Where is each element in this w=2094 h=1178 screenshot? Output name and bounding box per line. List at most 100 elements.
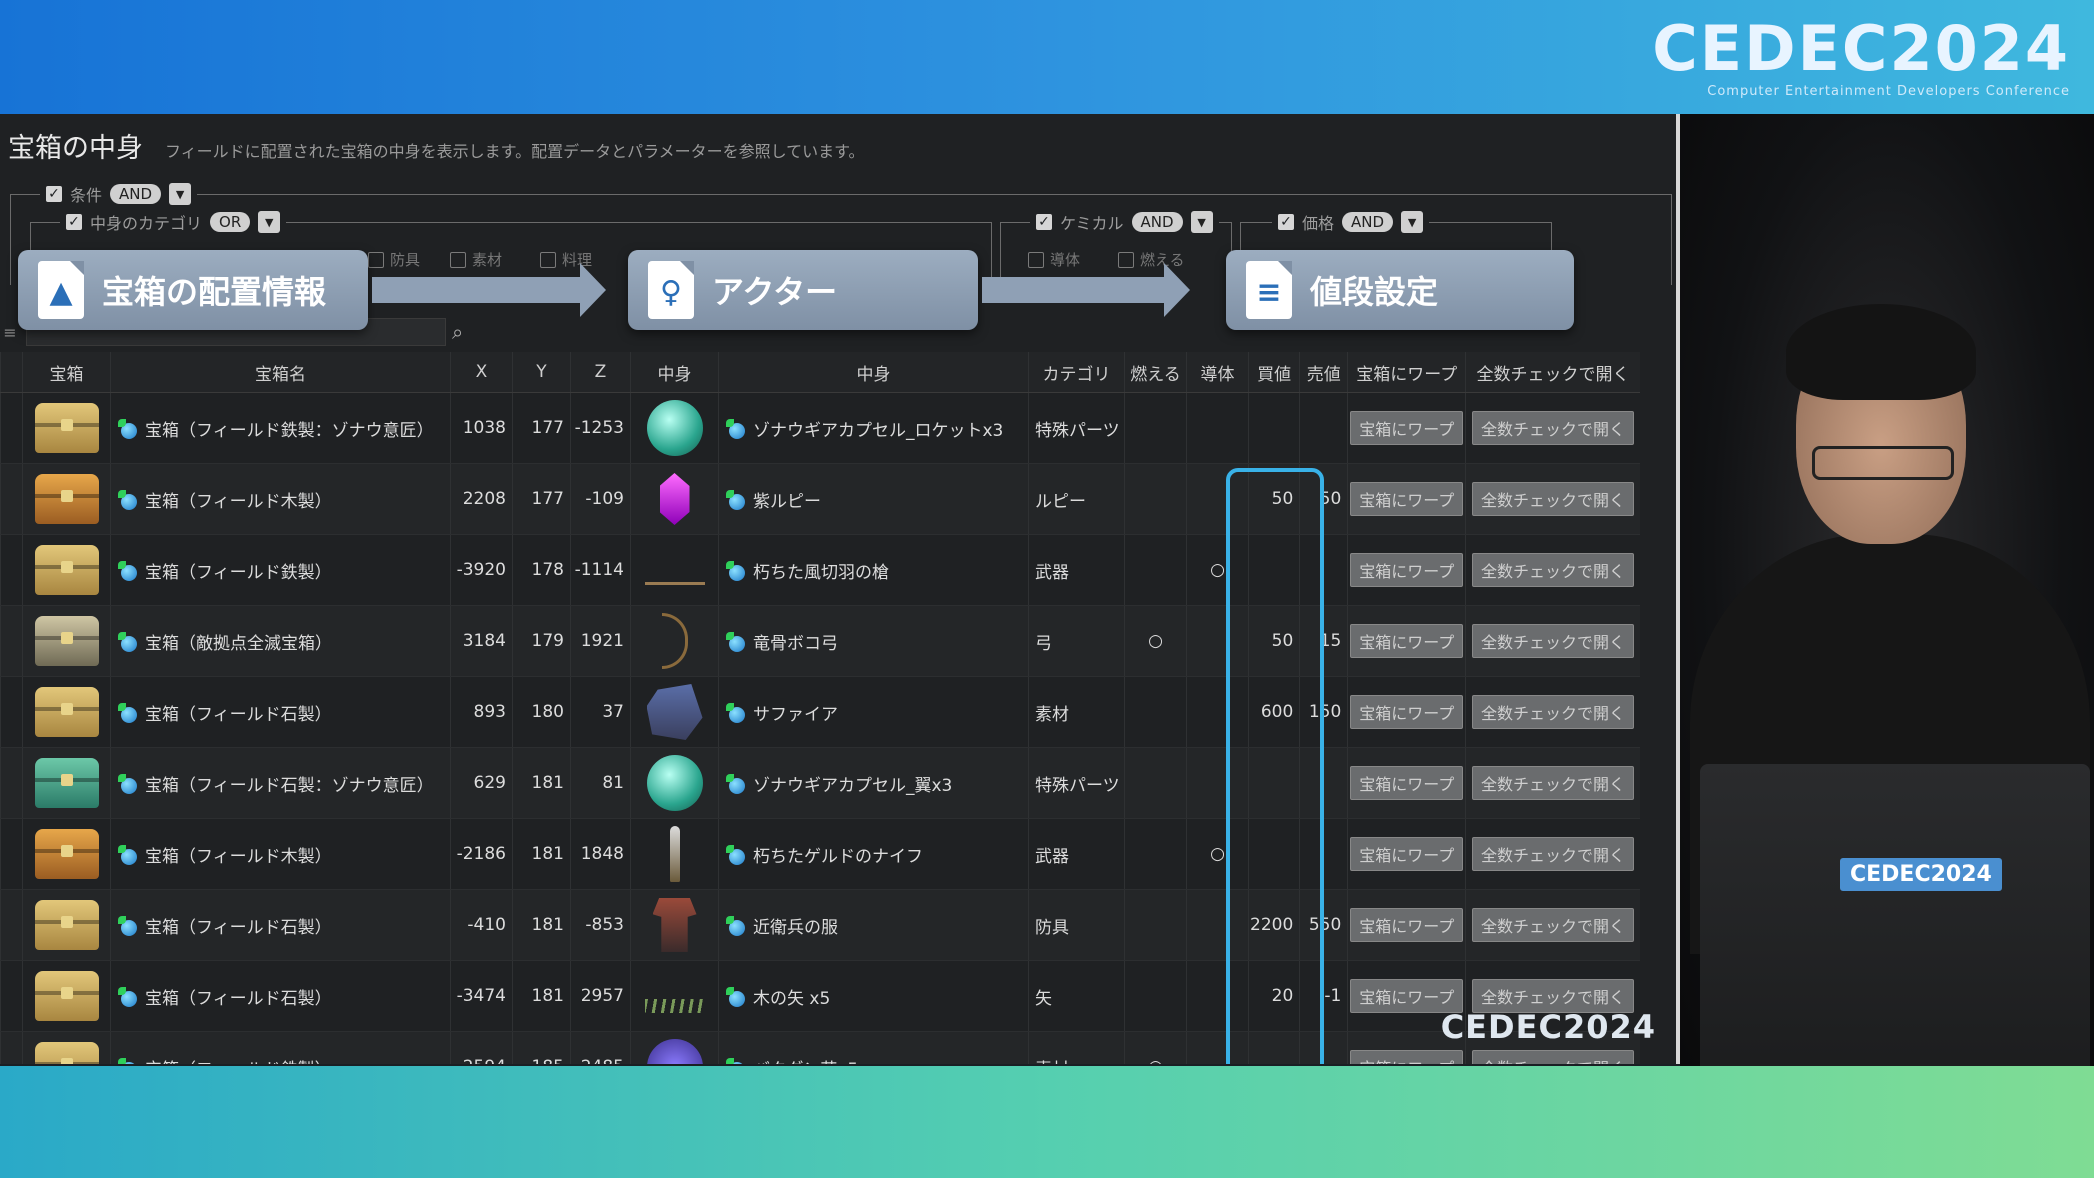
globe-icon: [118, 773, 137, 794]
header-z[interactable]: Z: [570, 352, 631, 393]
header-burns[interactable]: 燃える: [1124, 352, 1187, 393]
globe-icon: [726, 773, 745, 794]
open-all-button[interactable]: 全数チェックで開く: [1472, 908, 1635, 942]
open-all-button[interactable]: 全数チェックで開く: [1472, 624, 1635, 658]
header-x[interactable]: X: [450, 352, 513, 393]
content-cell: サファイア: [718, 676, 1029, 748]
table-row[interactable]: 宝箱（敵拠点全滅宝箱） 3184 179 1921 竜骨ボコ弓 弓 ○ 50 15 宝箱にワープ全…: [0, 605, 1640, 677]
price-mode[interactable]: AND: [1342, 212, 1394, 232]
chemical-checkbox[interactable]: ✓: [1036, 214, 1052, 230]
content-name: 竜骨ボコ弓: [753, 633, 838, 654]
chest-icon: [34, 900, 99, 950]
option-material[interactable]: 素材: [450, 249, 502, 270]
header-content-icon[interactable]: 中身: [630, 352, 719, 393]
header-category[interactable]: カテゴリ: [1028, 352, 1125, 393]
globe-icon: [726, 489, 745, 510]
header-content[interactable]: 中身: [718, 352, 1029, 393]
filter-chemical: ✓ ケミカル AND ▼: [1030, 210, 1219, 234]
table-row[interactable]: 宝箱（フィールド木製） 2208 177 -109 紫ルピー ルピー 50 50 宝箱にワープ全…: [0, 463, 1640, 535]
category-mode[interactable]: OR: [210, 212, 251, 232]
header-open-all[interactable]: 全数チェックで開く: [1465, 352, 1640, 393]
category-checkbox[interactable]: ✓: [66, 214, 82, 230]
table-row[interactable]: 宝箱（フィールド石製） -3474 181 2957 木の矢 x5 矢 20 -1 宝箱にワープ…: [0, 960, 1640, 1032]
z-cell: 81: [570, 747, 631, 819]
content-thumb-cell: [630, 463, 719, 535]
table-row[interactable]: 宝箱（フィールド鉄製：ゾナウ意匠） 1038 177 -1253 ゾナウギアカプセル_ロ…: [0, 392, 1640, 464]
option-conductor[interactable]: 導体: [1028, 249, 1080, 270]
condition-mode[interactable]: AND: [110, 184, 162, 204]
condition-dropdown[interactable]: ▼: [169, 183, 192, 205]
chemical-mode[interactable]: AND: [1131, 212, 1183, 232]
table-row[interactable]: 宝箱（フィールド石製） 893 180 37 サファイア 素材 600 150 宝箱にワープ 全数…: [0, 676, 1640, 748]
open-all-button[interactable]: 全数チェックで開く: [1472, 766, 1635, 800]
table-row[interactable]: 宝箱（フィールド鉄製） -25941852485 バクダン花x5 素材 ○ 宝箱にワープ全…: [0, 1031, 1640, 1065]
buy-cell: [1247, 747, 1300, 819]
row-gutter: [0, 534, 23, 606]
warp-button[interactable]: 宝箱にワープ: [1350, 624, 1464, 658]
header-chest[interactable]: 宝箱: [22, 352, 111, 393]
chest-cell: [22, 960, 111, 1032]
header-y[interactable]: Y: [512, 352, 571, 393]
category-cell: 特殊パーツ: [1028, 747, 1125, 819]
y-cell: 180: [512, 676, 571, 748]
open-all-button[interactable]: 全数チェックで開く: [1472, 553, 1635, 587]
burns-checkbox[interactable]: [1118, 251, 1134, 268]
sell-cell: 550: [1299, 889, 1348, 961]
content-name: 木の矢 x5: [753, 988, 831, 1009]
warp-button[interactable]: 宝箱にワープ: [1350, 908, 1464, 942]
burns-cell: [1124, 818, 1187, 890]
z-cell: -1114: [570, 534, 631, 606]
z-cell: 37: [570, 676, 631, 748]
conductor-checkbox[interactable]: [1028, 251, 1044, 268]
content-name: バクダン花x5: [753, 1060, 858, 1065]
table-row[interactable]: 宝箱（フィールド鉄製） -3920 178 -1114 朽ちた風切羽の槍 武器 ○ 宝箱にワー…: [0, 534, 1640, 606]
warp-button[interactable]: 宝箱にワープ: [1350, 766, 1464, 800]
price-dropdown[interactable]: ▼: [1401, 211, 1424, 233]
chemical-dropdown[interactable]: ▼: [1190, 211, 1213, 233]
price-checkbox[interactable]: ✓: [1278, 214, 1294, 230]
menu-icon[interactable]: ≡: [0, 323, 20, 342]
y-cell: 177: [512, 463, 571, 535]
category-dropdown[interactable]: ▼: [258, 211, 281, 233]
warp-cell: 宝箱にワープ: [1347, 463, 1466, 535]
warp-button[interactable]: 宝箱にワープ: [1350, 837, 1464, 871]
open-all-button[interactable]: 全数チェックで開く: [1472, 482, 1635, 516]
header-chest-name[interactable]: 宝箱名: [110, 352, 451, 393]
open-all-button[interactable]: 全数チェックで開く: [1472, 695, 1635, 729]
warp-button[interactable]: 宝箱にワープ: [1350, 1050, 1464, 1064]
armor-checkbox[interactable]: [368, 251, 384, 268]
content-cell: 近衛兵の服: [718, 889, 1029, 961]
warp-cell: 宝箱にワープ: [1347, 676, 1466, 748]
open-all-button[interactable]: 全数チェックで開く: [1472, 1050, 1635, 1064]
y-cell: 177: [512, 392, 571, 464]
warp-button[interactable]: 宝箱にワープ: [1350, 482, 1464, 516]
content-name: 朽ちたゲルドのナイフ: [753, 846, 923, 867]
header-warp[interactable]: 宝箱にワープ: [1347, 352, 1466, 393]
header-conductor[interactable]: 導体: [1186, 352, 1249, 393]
chest-cell: [22, 392, 111, 464]
warp-button[interactable]: 宝箱にワープ: [1350, 695, 1464, 729]
cooking-checkbox[interactable]: [540, 251, 556, 268]
option-armor[interactable]: 防具: [368, 249, 420, 270]
warp-button[interactable]: 宝箱にワープ: [1350, 553, 1464, 587]
content-thumb-cell: [630, 960, 719, 1032]
open-all-button[interactable]: 全数チェックで開く: [1472, 837, 1635, 871]
content-name: ゾナウギアカプセル_翼x3: [753, 775, 953, 796]
document-person-icon: ♀: [648, 261, 694, 319]
warp-button[interactable]: 宝箱にワープ: [1350, 411, 1464, 445]
table-row[interactable]: 宝箱（フィールド石製） -410 181 -853 近衛兵の服 防具 2200 550 宝箱にワ…: [0, 889, 1640, 961]
open-all-button[interactable]: 全数チェックで開く: [1472, 411, 1635, 445]
material-checkbox[interactable]: [450, 251, 466, 268]
conductor-cell: [1186, 605, 1249, 677]
x-cell: -2594: [450, 1031, 513, 1064]
open-all-cell: 全数チェックで開く: [1465, 889, 1640, 961]
header-buy[interactable]: 買値: [1247, 352, 1300, 393]
search-icon[interactable]: ⌕: [452, 320, 463, 344]
conductor-cell: [1186, 1031, 1249, 1064]
condition-checkbox[interactable]: ✓: [46, 186, 62, 202]
table-row[interactable]: 宝箱（フィールド石製：ゾナウ意匠） 629 181 81 ゾナウギアカプセル_翼x3 特殊…: [0, 747, 1640, 819]
table-row[interactable]: 宝箱（フィールド木製） -2186 181 1848 朽ちたゲルドのナイフ 武器 ○ 宝箱にワ…: [0, 818, 1640, 890]
buy-cell: 600: [1247, 676, 1300, 748]
header-sell[interactable]: 売値: [1299, 352, 1348, 393]
header-gutter: [0, 352, 23, 393]
